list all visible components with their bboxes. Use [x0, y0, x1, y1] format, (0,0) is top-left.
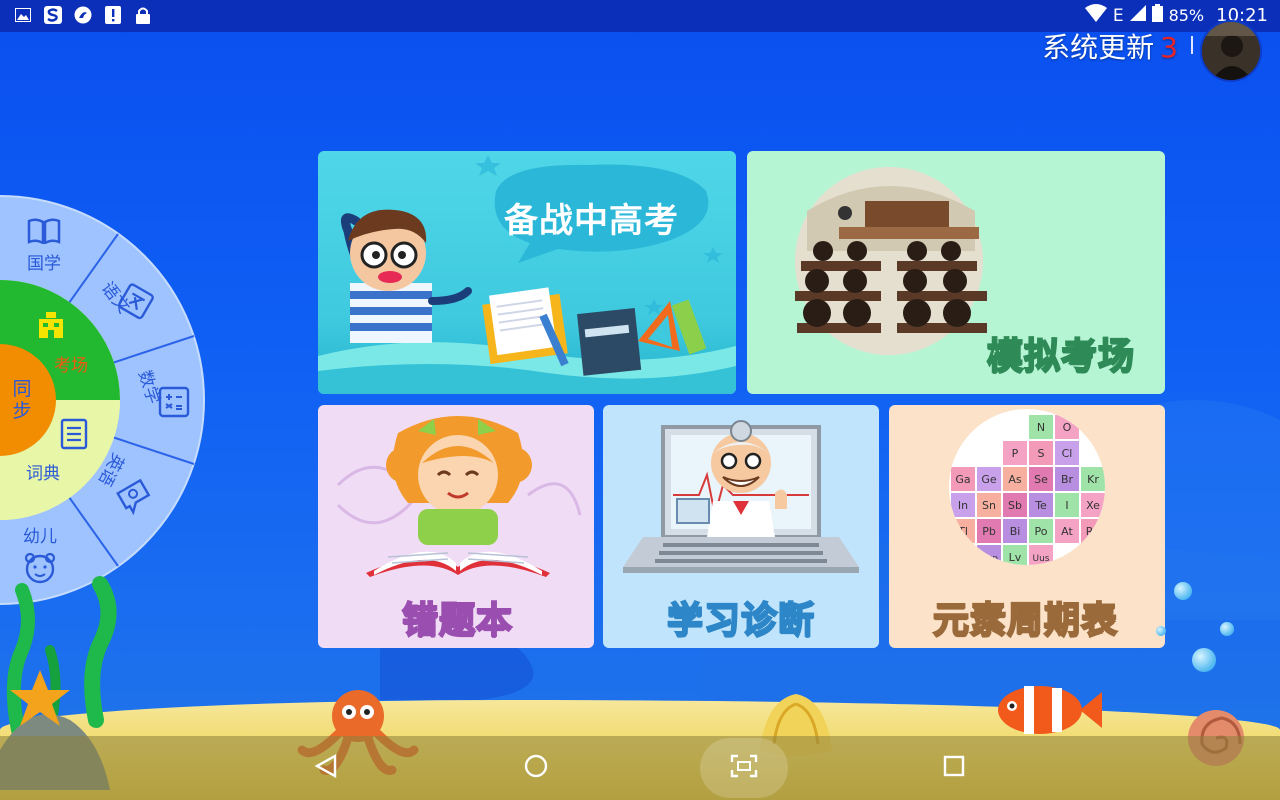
element-symbol: Se: [1034, 473, 1048, 486]
home-button[interactable]: [516, 750, 556, 786]
element-symbol: Te: [1034, 499, 1047, 512]
element-symbol: Cl: [1062, 447, 1073, 460]
math-icon: [158, 386, 190, 422]
element-symbol: At: [1061, 525, 1073, 538]
element-symbol: N: [1037, 421, 1045, 434]
element-symbol: Sb: [1008, 499, 1022, 512]
wheel-center-sync[interactable]: 同步: [8, 378, 36, 422]
back-icon: [314, 753, 337, 782]
element-symbol: Po: [1035, 525, 1048, 538]
element-symbol: Ge: [981, 473, 997, 486]
element-symbol: Kr: [1087, 473, 1099, 486]
wheel-item-cidian[interactable]: 词典: [26, 418, 88, 484]
element-symbol: Sn: [982, 499, 996, 512]
mock-exam-label: 模拟考场: [986, 335, 1136, 378]
wheel-item-label: 考场: [54, 356, 88, 376]
screenshot-icon: [730, 754, 758, 782]
element-symbol: Ga: [955, 473, 970, 486]
card-mock-exam[interactable]: 模拟考场: [747, 151, 1165, 394]
element-symbol: Br: [1061, 473, 1074, 486]
element-symbol: O: [1063, 421, 1072, 434]
wheel-item-label: 幼儿: [23, 527, 57, 547]
home-icon: [524, 754, 548, 782]
dictionary-icon: [60, 418, 88, 455]
wheel-item-guoxue[interactable]: 国学: [24, 218, 64, 274]
element-symbol: Bi: [1010, 525, 1021, 538]
recents-icon: [943, 755, 965, 781]
element-symbol: P: [1012, 447, 1019, 460]
card-exam-prep[interactable]: 备战中高考: [318, 151, 736, 394]
element-symbol: Pb: [982, 525, 996, 538]
element-cell: [1081, 519, 1105, 543]
element-symbol: In: [958, 499, 968, 512]
wheel-item-label: 国学: [27, 254, 61, 274]
screenshot-button[interactable]: [700, 738, 788, 798]
element-symbol: Xe: [1086, 499, 1100, 512]
element-symbol: S: [1038, 447, 1045, 460]
book-icon: [24, 218, 64, 249]
element-symbol: Tl: [957, 525, 968, 538]
wheel-center-label: 同步: [12, 378, 32, 422]
recents-button[interactable]: [934, 750, 974, 786]
element-symbol: As: [1008, 473, 1022, 486]
clownfish-icon: [998, 686, 1102, 734]
element-symbol: Rn: [1086, 525, 1101, 538]
wheel-item-label: 词典: [26, 464, 60, 484]
building-icon: [36, 310, 88, 345]
wheel-item-kaochang[interactable]: 考场: [34, 310, 88, 376]
element-symbol: I: [1065, 499, 1068, 512]
exam-prep-title: 备战中高考: [504, 201, 679, 241]
exam-prep-illustration: [318, 155, 736, 394]
navigation-bar: [0, 736, 1280, 800]
back-button[interactable]: [306, 750, 346, 786]
